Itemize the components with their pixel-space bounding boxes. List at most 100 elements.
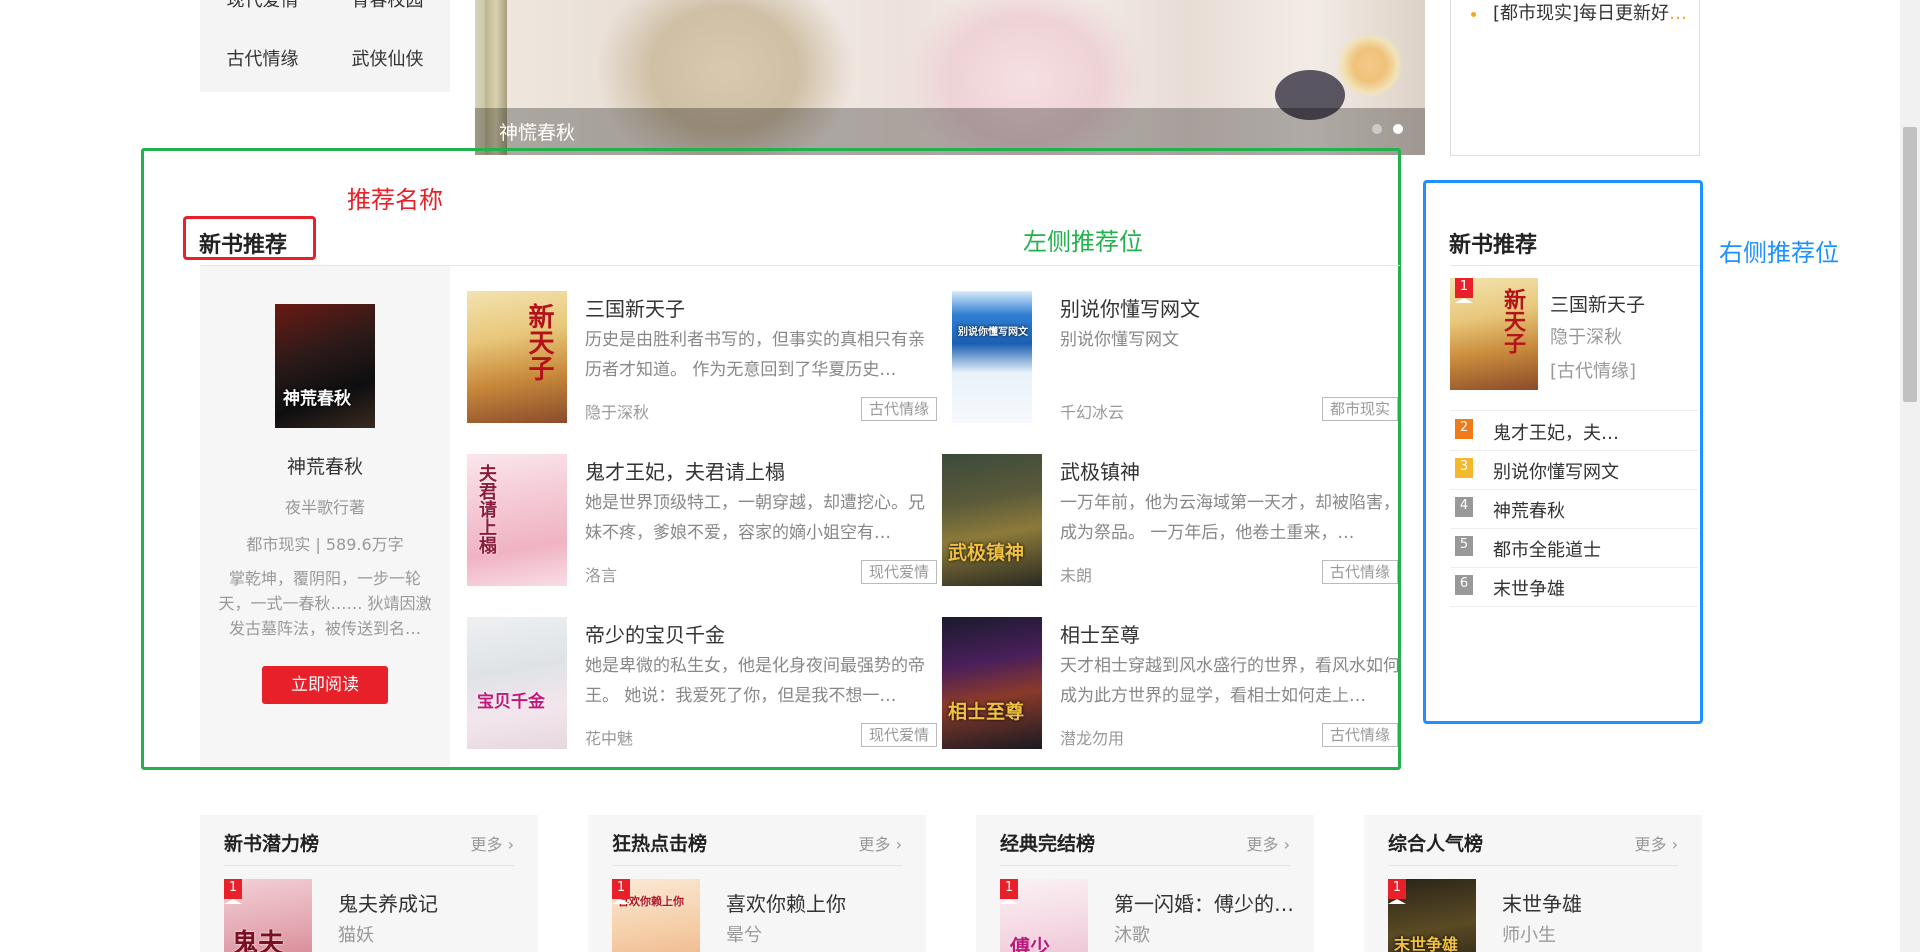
ranking-book-author: 晕兮 <box>726 925 762 946</box>
more-link[interactable]: 更多 › <box>859 831 903 855</box>
annotation-right-label: 右侧推荐位 <box>1719 239 1839 267</box>
book-category-tag[interactable]: 现代爱情 <box>860 560 937 584</box>
featured-book-title[interactable]: 神荒春秋 <box>200 452 450 479</box>
featured-book-desc: 掌乾坤，覆阴阳，一步一轮天，一式一春秋…… 狄靖因激发古墓阵法，被传送到名… <box>218 569 432 638</box>
book-cover[interactable]: 别说你懂写网文 <box>952 291 1032 423</box>
ranking-book-author: 师小生 <box>1502 925 1556 946</box>
book-title[interactable]: 帝少的宝贝千金 <box>585 619 725 648</box>
book-title[interactable]: 三国新天子 <box>585 293 685 322</box>
book-card[interactable]: 相士至尊 相士至尊 天才相士穿越到风水盛行的世界，看风水如何成为此方世界的显学，… <box>942 617 1400 749</box>
book-category-tag[interactable]: 古代情缘 <box>1321 723 1398 747</box>
annotation-left-label: 左侧推荐位 <box>1023 228 1143 256</box>
banner-carousel[interactable]: 神慌春秋 <box>475 0 1425 155</box>
scrollbar-thumb[interactable] <box>1903 127 1917 402</box>
featured-book-meta: 都市现实 | 589.6万字 <box>246 535 404 554</box>
ranking-book-title[interactable]: 末世争雄 <box>1502 888 1682 917</box>
rank-item[interactable]: 5 都市全能道士 <box>1450 528 1698 568</box>
page-scrollbar[interactable] <box>1900 0 1920 952</box>
rank-item-label[interactable]: 神荒春秋 <box>1493 497 1565 523</box>
category-row: 现代爱情 青春校园 <box>200 0 450 24</box>
ranking-panel-title: 综合人气榜 <box>1388 833 1484 855</box>
book-category-tag[interactable]: 古代情缘 <box>1321 560 1398 584</box>
ranking-book-title[interactable]: 第一闪婚：傅少的… <box>1114 888 1294 917</box>
rank-item-label[interactable]: 都市全能道士 <box>1493 536 1601 562</box>
rank-badge: 4 <box>1455 497 1473 522</box>
book-title[interactable]: 相士至尊 <box>1060 619 1140 648</box>
rank-book-tag[interactable]: [古代情缘] <box>1550 357 1636 383</box>
book-title[interactable]: 别说你懂写网文 <box>1060 293 1200 322</box>
category-panel: 现代爱情 青春校园 古代情缘 武侠仙侠 <box>200 0 450 92</box>
rank-badge: 5 <box>1455 536 1473 561</box>
ranking-book-author: 猫妖 <box>338 925 374 946</box>
book-card[interactable]: 新天子 三国新天子 历史是由胜利者书写的，但事实的真相只有亲历者才知道。 作为无… <box>467 291 937 423</box>
ranking-book-title[interactable]: 喜欢你赖上你 <box>726 888 906 917</box>
book-title[interactable]: 鬼才王妃，夫君请上榻 <box>585 456 785 485</box>
rank-badge: 1 <box>612 879 630 904</box>
rank-item[interactable]: 6 末世争雄 <box>1450 567 1698 607</box>
rank-book-title[interactable]: 三国新天子 <box>1550 290 1645 317</box>
banner-art <box>1335 35 1405 95</box>
announcement-link[interactable]: [都市现实]每日更新好… <box>1493 0 1693 25</box>
featured-book: 神荒春秋 神荒春秋 夜半歌行著 都市现实 | 589.6万字 掌乾坤，覆阴阳，一… <box>200 266 450 766</box>
rank-badge: 1 <box>1455 278 1473 303</box>
ranking-panel: 狂热点击榜 更多 › 喜欢你赖上你 1 喜欢你赖上你 晕兮 <box>588 815 926 952</box>
more-link[interactable]: 更多 › <box>1635 831 1679 855</box>
ranking-panel-title: 狂热点击榜 <box>612 833 708 855</box>
book-cover[interactable]: 宝贝千金 <box>467 617 567 749</box>
book-author: 潜龙勿用 <box>1060 729 1125 748</box>
book-category-tag[interactable]: 古代情缘 <box>860 397 937 421</box>
category-link[interactable]: 青春校园 <box>325 0 450 24</box>
rank-item-label[interactable]: 末世争雄 <box>1493 575 1565 601</box>
bullet-icon <box>1471 12 1476 17</box>
book-card[interactable]: 宝贝千金 帝少的宝贝千金 她是卑微的私生女，他是化身夜间最强势的帝王。 她说：我… <box>467 617 937 749</box>
book-card[interactable]: 别说你懂写网文 别说你懂写网文 别说你懂写网文 千幻冰云 都市现实 <box>942 291 1398 423</box>
book-desc: 天才相士穿越到风水盛行的世界，看风水如何成为此方世界的显学，看相士如何走上… <box>1060 656 1400 706</box>
book-desc: 别说你懂写网文 <box>1060 330 1179 350</box>
book-desc: 她是卑微的私生女，他是化身夜间最强势的帝王。 她说：我爱死了你，但是我不想一… <box>585 656 925 706</box>
annotation-name-label: 推荐名称 <box>347 186 443 214</box>
more-link[interactable]: 更多 › <box>1247 831 1291 855</box>
banner-caption[interactable]: 神慌春秋 <box>499 118 575 145</box>
rank-top-item[interactable]: 新天子 1 三国新天子 隐于深秋 [古代情缘] <box>1450 278 1698 411</box>
carousel-dot[interactable] <box>1372 124 1382 134</box>
ranking-panel: 经典完结榜 更多 › 傅少 1 第一闪婚：傅少的… 沐歌 <box>976 815 1314 952</box>
category-link[interactable]: 古代情缘 <box>200 37 325 83</box>
rank-badge: 1 <box>1388 879 1406 904</box>
category-link[interactable]: 武侠仙侠 <box>325 37 450 83</box>
rank-item-label[interactable]: 鬼才王妃，夫… <box>1493 419 1619 445</box>
book-category-tag[interactable]: 现代爱情 <box>860 723 937 747</box>
panel-divider <box>612 865 902 866</box>
rank-badge: 3 <box>1455 458 1473 483</box>
more-link[interactable]: 更多 › <box>471 831 515 855</box>
ranking-book-author: 沐歌 <box>1114 925 1150 946</box>
rank-item[interactable]: 3 别说你懂写网文 <box>1450 450 1698 490</box>
book-cover[interactable]: 神荒春秋 <box>275 304 375 428</box>
book-cover[interactable]: 相士至尊 <box>942 617 1042 749</box>
ranking-panel: 新书潜力榜 更多 › 鬼夫 1 鬼夫养成记 猫妖 <box>200 815 538 952</box>
ranking-panel: 综合人气榜 更多 › 末世争雄 1 末世争雄 师小生 <box>1364 815 1702 952</box>
book-desc: 历史是由胜利者书写的，但事实的真相只有亲历者才知道。 作为无意回到了华夏历史… <box>585 330 925 380</box>
rank-item[interactable]: 4 神荒春秋 <box>1450 489 1698 529</box>
carousel-dot-active[interactable] <box>1393 124 1403 134</box>
book-cover[interactable]: 夫君请上榻 <box>467 454 567 586</box>
book-card[interactable]: 武极镇神 武极镇神 一万年前，他为云海域第一天才，却被陷害，成为祭品。 一万年后… <box>942 454 1400 586</box>
panel-divider <box>224 865 514 866</box>
book-author: 洛言 <box>585 566 618 585</box>
book-category-tag[interactable]: 都市现实 <box>1321 397 1398 421</box>
book-card[interactable]: 夫君请上榻 鬼才王妃，夫君请上榻 她是世界顶级特工，一朝穿越，却遭挖心。兄妹不疼… <box>467 454 937 586</box>
book-cover[interactable]: 新天子 <box>467 291 567 423</box>
ranking-book-title[interactable]: 鬼夫养成记 <box>338 888 518 917</box>
category-link[interactable]: 现代爱情 <box>200 0 325 24</box>
read-now-button[interactable]: 立即阅读 <box>262 666 388 704</box>
rank-badge: 1 <box>224 879 242 904</box>
section-divider <box>1450 265 1700 266</box>
rank-item-label[interactable]: 别说你懂写网文 <box>1493 458 1619 484</box>
section-title: 新书推荐 <box>199 233 288 258</box>
book-cover[interactable]: 武极镇神 <box>942 454 1042 586</box>
rank-badge: 1 <box>1000 879 1018 904</box>
rank-item[interactable]: 2 鬼才王妃，夫… <box>1450 411 1698 451</box>
ranking-panel-title: 新书潜力榜 <box>224 833 320 855</box>
book-title[interactable]: 武极镇神 <box>1060 456 1140 485</box>
rank-badge: 2 <box>1455 419 1473 444</box>
category-row: 古代情缘 武侠仙侠 <box>200 37 450 83</box>
